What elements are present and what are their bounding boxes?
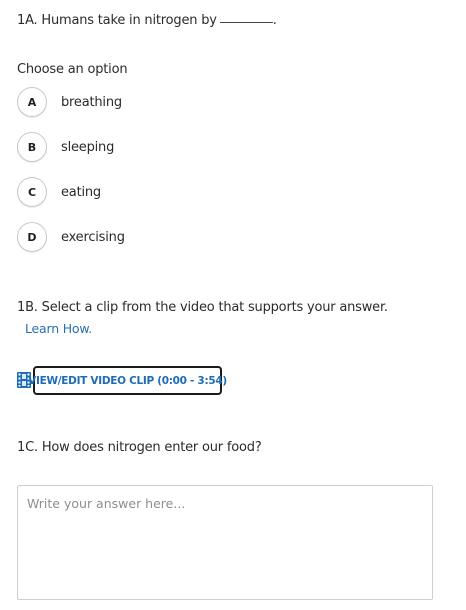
choose-option-label: Choose an option xyxy=(17,62,128,77)
option-c-letter[interactable]: C xyxy=(17,177,47,207)
option-b-text: sleeping xyxy=(61,139,115,155)
option-c[interactable]: C eating xyxy=(17,176,101,208)
question-1a-text: 1A. Humans take in nitrogen by xyxy=(17,13,217,28)
view-edit-video-clip-button[interactable]: VIEW/EDIT VIDEO CLIP (0:00 - 3:54) xyxy=(28,366,227,395)
option-a-letter[interactable]: A xyxy=(17,87,47,117)
answer-blank xyxy=(219,22,273,23)
option-d-text: exercising xyxy=(61,229,125,245)
learn-how-link[interactable]: Learn How. xyxy=(25,321,92,336)
option-b-letter[interactable]: B xyxy=(17,132,47,162)
option-d-letter[interactable]: D xyxy=(17,222,47,252)
question-1a-period: . xyxy=(272,13,277,28)
question-1a: 1A. Humans take in nitrogen by. xyxy=(17,13,277,28)
option-b[interactable]: B sleeping xyxy=(17,131,114,163)
option-d[interactable]: D exercising xyxy=(17,221,125,253)
question-1c-text: 1C. How does nitrogen enter our food? xyxy=(17,440,262,455)
question-1b-text: 1B. Select a clip from the video that su… xyxy=(17,300,388,315)
option-a[interactable]: A breathing xyxy=(17,86,122,118)
option-c-text: eating xyxy=(61,184,101,200)
answer-textarea[interactable] xyxy=(17,485,433,600)
option-a-text: breathing xyxy=(61,94,122,110)
